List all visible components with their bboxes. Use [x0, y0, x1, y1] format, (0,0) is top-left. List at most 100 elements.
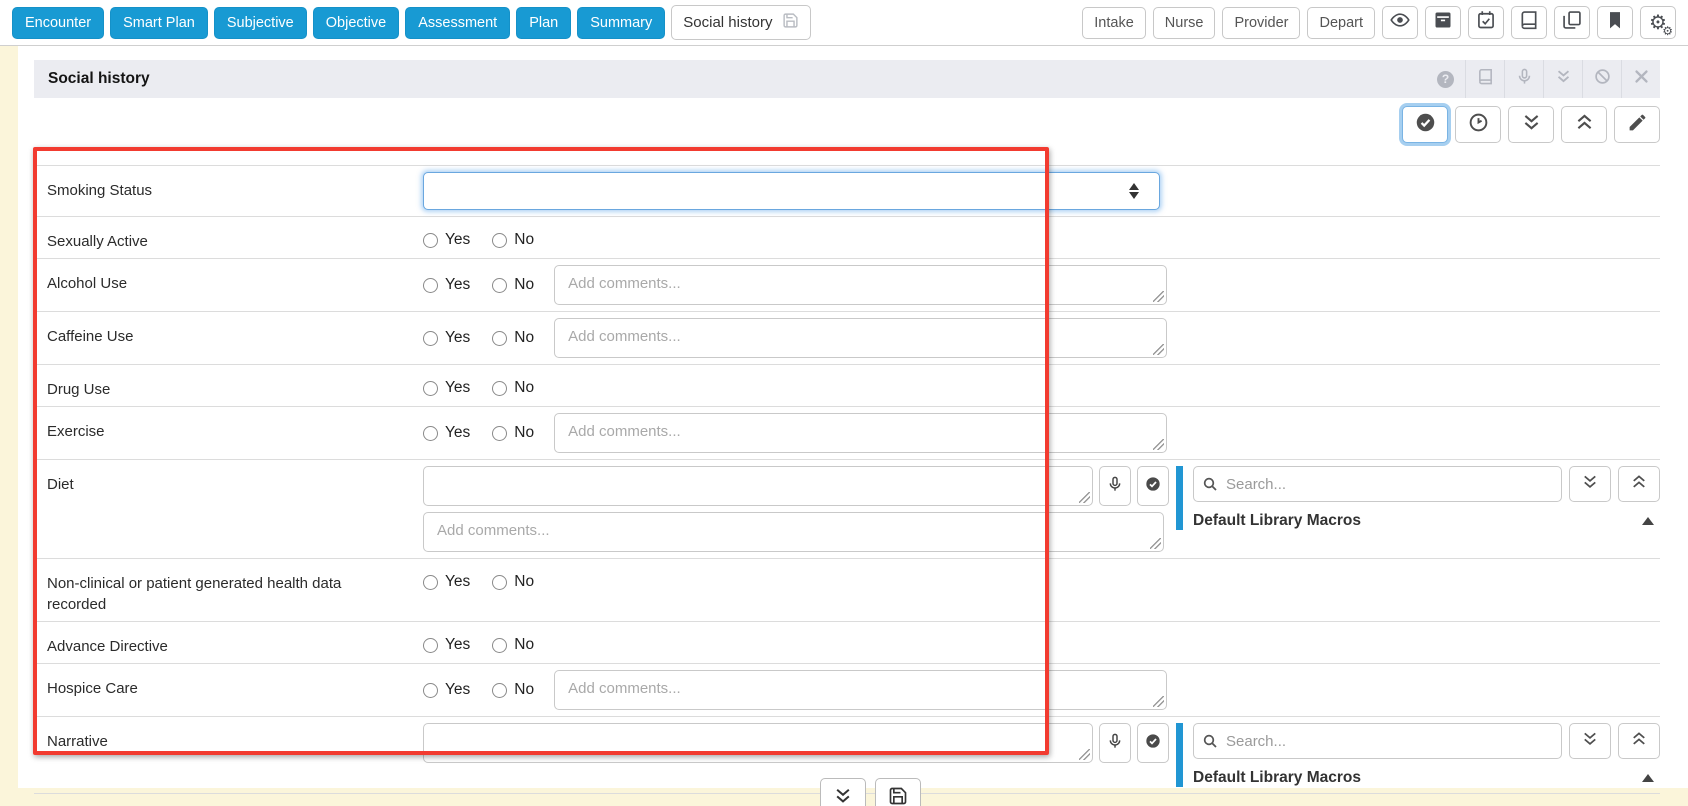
macro-group-header[interactable]: Default Library Macros	[1193, 512, 1660, 530]
hospice-care-no-radio[interactable]: No	[492, 681, 534, 699]
radio-label: Yes	[445, 636, 471, 653]
mark-complete-button[interactable]	[1402, 106, 1448, 143]
field-label: Hospice Care	[47, 680, 138, 697]
bottom-controls	[820, 778, 921, 806]
exercise-yes-radio[interactable]: Yes	[423, 424, 470, 442]
diet-macro-search-input[interactable]	[1193, 466, 1562, 502]
field-label: Smoking Status	[47, 182, 153, 199]
non-clinical-yes-radio[interactable]: Yes	[423, 573, 470, 591]
copy-button[interactable]	[1554, 6, 1590, 39]
radio-label: Yes	[445, 379, 471, 396]
alcohol-use-yes-radio[interactable]: Yes	[423, 276, 470, 294]
close-icon	[1633, 68, 1650, 90]
chevron-double-down-icon	[1521, 112, 1542, 138]
stage-nurse-button[interactable]: Nurse	[1152, 6, 1216, 39]
narrative-confirm-button[interactable]	[1137, 723, 1169, 763]
row-exercise: Exercise Yes No	[34, 406, 1660, 459]
caffeine-use-comments-textarea[interactable]	[554, 318, 1168, 358]
scroll-down-button[interactable]	[820, 778, 866, 806]
nav-encounter-button[interactable]: Encounter	[12, 6, 105, 39]
radio-icon	[492, 682, 508, 698]
diet-mic-button[interactable]	[1099, 466, 1131, 506]
row-diet: Diet Add comments... Search... Default L…	[34, 459, 1660, 558]
smoking-status-select[interactable]	[423, 172, 1160, 210]
search-icon	[1203, 734, 1217, 748]
narrative-mic-button[interactable]	[1099, 723, 1131, 763]
history-button[interactable]	[1455, 106, 1501, 143]
macro-collapse-button[interactable]	[1618, 466, 1660, 502]
nav-smart-plan-button[interactable]: Smart Plan	[110, 6, 208, 39]
nav-assessment-button[interactable]: Assessment	[405, 6, 511, 39]
exercise-no-radio[interactable]: No	[492, 424, 534, 442]
diet-macro-panel: Default Library Macros	[1176, 466, 1660, 530]
non-clinical-no-radio[interactable]: No	[492, 573, 534, 591]
nav-subjective-button[interactable]: Subjective	[213, 6, 307, 39]
microphone-icon	[1516, 68, 1533, 90]
caffeine-use-no-radio[interactable]: No	[492, 329, 534, 347]
stage-depart-button[interactable]: Depart	[1307, 6, 1375, 39]
field-label: Advance Directive	[47, 638, 168, 655]
row-non-clinical-data: Non-clinical or patient generated health…	[34, 558, 1660, 621]
eye-button[interactable]	[1382, 6, 1418, 39]
alcohol-use-no-radio[interactable]: No	[492, 276, 534, 294]
hospice-care-yes-radio[interactable]: Yes	[423, 681, 470, 699]
check-circle-icon	[1415, 112, 1436, 138]
radio-icon	[492, 232, 508, 248]
chevron-double-up-icon	[1630, 473, 1648, 496]
radio-icon	[492, 574, 508, 590]
diet-textarea[interactable]	[423, 466, 1093, 506]
help-button[interactable]: ?	[1426, 60, 1465, 98]
diet-comments-textarea[interactable]	[423, 512, 1164, 552]
narrative-textarea[interactable]	[423, 723, 1093, 763]
nav-objective-button[interactable]: Objective	[312, 6, 400, 39]
caffeine-use-yes-radio[interactable]: Yes	[423, 329, 470, 347]
calendar-button[interactable]	[1468, 6, 1504, 39]
drug-use-yes-radio[interactable]: Yes	[423, 379, 470, 397]
sexually-active-no-radio[interactable]: No	[492, 231, 534, 249]
copy-pages-icon	[1562, 10, 1582, 35]
topbar-right-group: Intake Nurse Provider Depart ⚙ ⚙	[1082, 6, 1676, 39]
triangle-up-icon	[1642, 774, 1654, 782]
expand-all-button[interactable]	[1508, 106, 1554, 143]
radio-label: No	[514, 636, 535, 653]
edit-button[interactable]	[1614, 106, 1660, 143]
section-close-button[interactable]	[1621, 60, 1660, 98]
hospice-care-comments-textarea[interactable]	[554, 670, 1168, 710]
block-icon	[1594, 68, 1611, 90]
bookmark-button[interactable]	[1597, 6, 1633, 39]
settings-button[interactable]: ⚙ ⚙	[1640, 6, 1676, 39]
stage-intake-button[interactable]: Intake	[1082, 6, 1146, 39]
diet-confirm-button[interactable]	[1137, 466, 1169, 506]
section-book-button[interactable]	[1465, 60, 1504, 98]
macro-collapse-button[interactable]	[1618, 723, 1660, 759]
book-button[interactable]	[1511, 6, 1547, 39]
section-toolbar	[34, 106, 1660, 143]
radio-label: Yes	[445, 681, 471, 698]
advance-directive-no-radio[interactable]: No	[492, 636, 534, 654]
help-icon: ?	[1437, 70, 1454, 88]
check-circle-icon	[1145, 476, 1161, 497]
calendar-check-icon	[1476, 10, 1496, 35]
section-mic-button[interactable]	[1504, 60, 1543, 98]
macro-expand-button[interactable]	[1569, 723, 1611, 759]
section-collapse-button[interactable]	[1543, 60, 1582, 98]
save-button[interactable]	[875, 778, 921, 806]
alcohol-use-comments-textarea[interactable]	[554, 265, 1168, 305]
archive-button[interactable]	[1425, 6, 1461, 39]
sexually-active-yes-radio[interactable]: Yes	[423, 231, 470, 249]
check-circle-icon	[1145, 733, 1161, 754]
nav-plan-button[interactable]: Plan	[516, 6, 572, 39]
drug-use-no-radio[interactable]: No	[492, 379, 534, 397]
macro-group-header[interactable]: Default Library Macros	[1193, 769, 1660, 787]
narrative-macro-search-input[interactable]	[1193, 723, 1562, 759]
macro-expand-button[interactable]	[1569, 466, 1611, 502]
collapse-all-button[interactable]	[1561, 106, 1607, 143]
section-disable-button[interactable]	[1582, 60, 1621, 98]
advance-directive-yes-radio[interactable]: Yes	[423, 636, 470, 654]
tab-social-history[interactable]: Social history	[671, 5, 812, 40]
exercise-comments-textarea[interactable]	[554, 413, 1168, 453]
radio-icon	[423, 277, 438, 293]
nav-summary-button[interactable]: Summary	[577, 6, 666, 39]
stage-provider-button[interactable]: Provider	[1222, 6, 1301, 39]
radio-label: No	[514, 424, 535, 441]
